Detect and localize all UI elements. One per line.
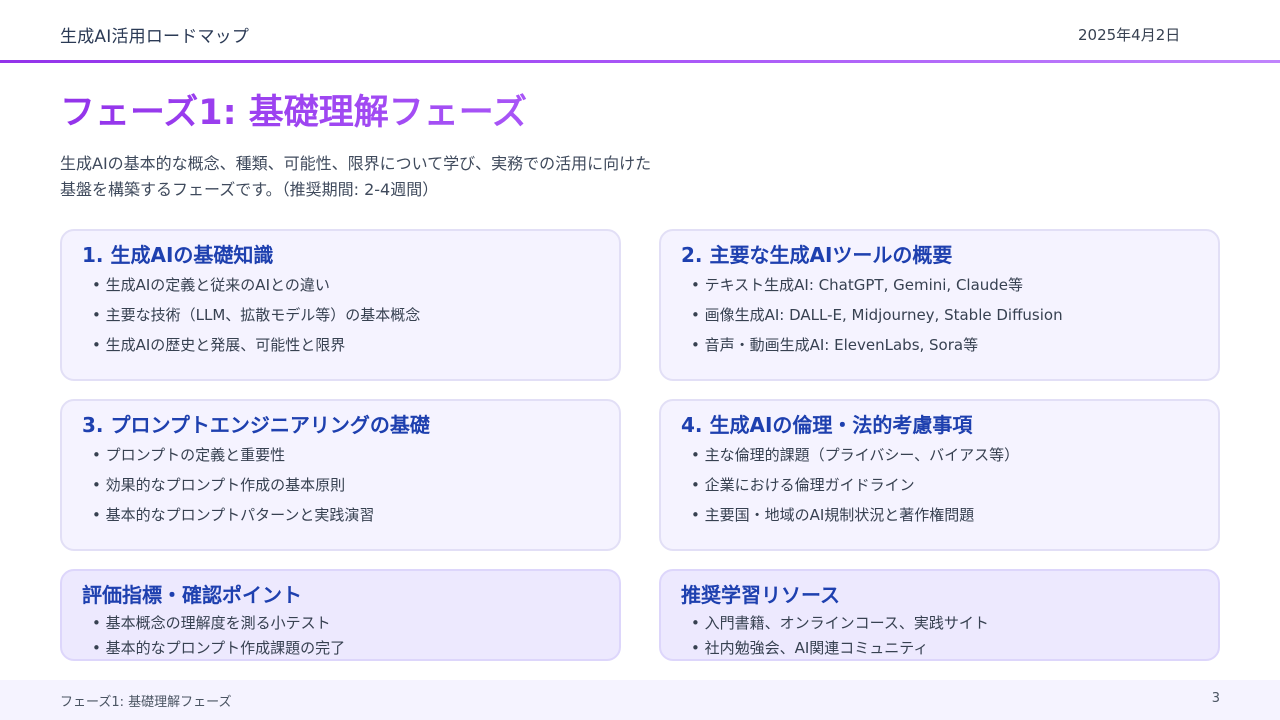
card-list: 基本概念の理解度を測る小テスト 基本的なプロンプト作成課題の完了 <box>92 613 346 659</box>
phase-title: フェーズ1: 基礎理解フェーズ <box>60 84 527 135</box>
list-item: 画像生成AI: DALL-E, Midjourney, Stable Diffu… <box>691 305 1063 335</box>
phase-description-line-2: 基盤を構築するフェーズです。（推奨期間: 2-4週間） <box>60 180 439 199</box>
list-item: 生成AIの定義と従来のAIとの違い <box>92 275 420 305</box>
slide-footer: フェーズ1: 基礎理解フェーズ 3 <box>0 680 1280 720</box>
card-list: 入門書籍、オンラインコース、実践サイト 社内勉強会、AI関連コミュニティ <box>691 613 989 659</box>
card-tools: 2. 主要な生成AIツールの概要 テキスト生成AI: ChatGPT, Gemi… <box>659 229 1220 381</box>
card-list: 生成AIの定義と従来のAIとの違い 主要な技術（LLM、拡散モデル等）の基本概念… <box>92 275 421 365</box>
list-item: 主な倫理的課題（プライバシー、バイアス等） <box>691 445 1020 475</box>
card-title: 評価指標・確認ポイント <box>82 583 302 607</box>
card-list: 主な倫理的課題（プライバシー、バイアス等） 企業における倫理ガイドライン 主要国… <box>691 445 1020 535</box>
list-item: 社内勉強会、AI関連コミュニティ <box>691 638 989 659</box>
card-basics: 1. 生成AIの基礎知識 生成AIの定義と従来のAIとの違い 主要な技術（LLM… <box>60 229 621 381</box>
card-title: 4. 生成AIの倫理・法的考慮事項 <box>681 413 973 437</box>
presentation-date: 2025年4月2日 <box>1078 26 1181 44</box>
list-item: テキスト生成AI: ChatGPT, Gemini, Claude等 <box>691 275 1063 305</box>
card-title: 推奨学習リソース <box>681 583 840 607</box>
list-item: 基本概念の理解度を測る小テスト <box>92 613 345 638</box>
list-item: 入門書籍、オンラインコース、実践サイト <box>691 613 989 638</box>
slide-header: 生成AI活用ロードマップ 2025年4月2日 <box>0 0 1280 61</box>
card-resources: 推奨学習リソース 入門書籍、オンラインコース、実践サイト 社内勉強会、AI関連コ… <box>659 569 1220 661</box>
list-item: 主要な技術（LLM、拡散モデル等）の基本概念 <box>92 305 421 335</box>
list-item: 生成AIの歴史と発展、可能性と限界 <box>92 335 420 365</box>
phase-description: 生成AIの基本的な概念、種類、可能性、限界について学び、実務での活用に向けた 基… <box>60 151 780 203</box>
card-title: 1. 生成AIの基礎知識 <box>82 243 274 267</box>
phase-description-line-1: 生成AIの基本的な概念、種類、可能性、限界について学び、実務での活用に向けた <box>60 154 652 173</box>
list-item: 主要国・地域のAI規制状況と著作権問題 <box>691 505 1019 535</box>
presentation-title: 生成AI活用ロードマップ <box>60 27 250 47</box>
card-list: プロンプトの定義と重要性 効果的なプロンプト作成の基本原則 基本的なプロンプトパ… <box>92 445 375 535</box>
list-item: 企業における倫理ガイドライン <box>691 475 1019 505</box>
header-divider <box>0 60 1280 63</box>
list-item: プロンプトの定義と重要性 <box>92 445 374 475</box>
card-prompt-engineering: 3. プロンプトエンジニアリングの基礎 プロンプトの定義と重要性 効果的なプロン… <box>60 399 621 551</box>
page-number: 3 <box>1211 691 1220 706</box>
card-ethics: 4. 生成AIの倫理・法的考慮事項 主な倫理的課題（プライバシー、バイアス等） … <box>659 399 1220 551</box>
card-title: 2. 主要な生成AIツールの概要 <box>681 243 953 267</box>
list-item: 効果的なプロンプト作成の基本原則 <box>92 475 374 505</box>
card-list: テキスト生成AI: ChatGPT, Gemini, Claude等 画像生成A… <box>691 275 1063 365</box>
card-evaluation: 評価指標・確認ポイント 基本概念の理解度を測る小テスト 基本的なプロンプト作成課… <box>60 569 621 661</box>
list-item: 音声・動画生成AI: ElevenLabs, Sora等 <box>691 335 1063 365</box>
footer-label: フェーズ1: 基礎理解フェーズ <box>60 695 232 710</box>
card-title: 3. プロンプトエンジニアリングの基礎 <box>82 413 430 437</box>
list-item: 基本的なプロンプトパターンと実践演習 <box>92 505 375 535</box>
list-item: 基本的なプロンプト作成課題の完了 <box>92 638 346 659</box>
